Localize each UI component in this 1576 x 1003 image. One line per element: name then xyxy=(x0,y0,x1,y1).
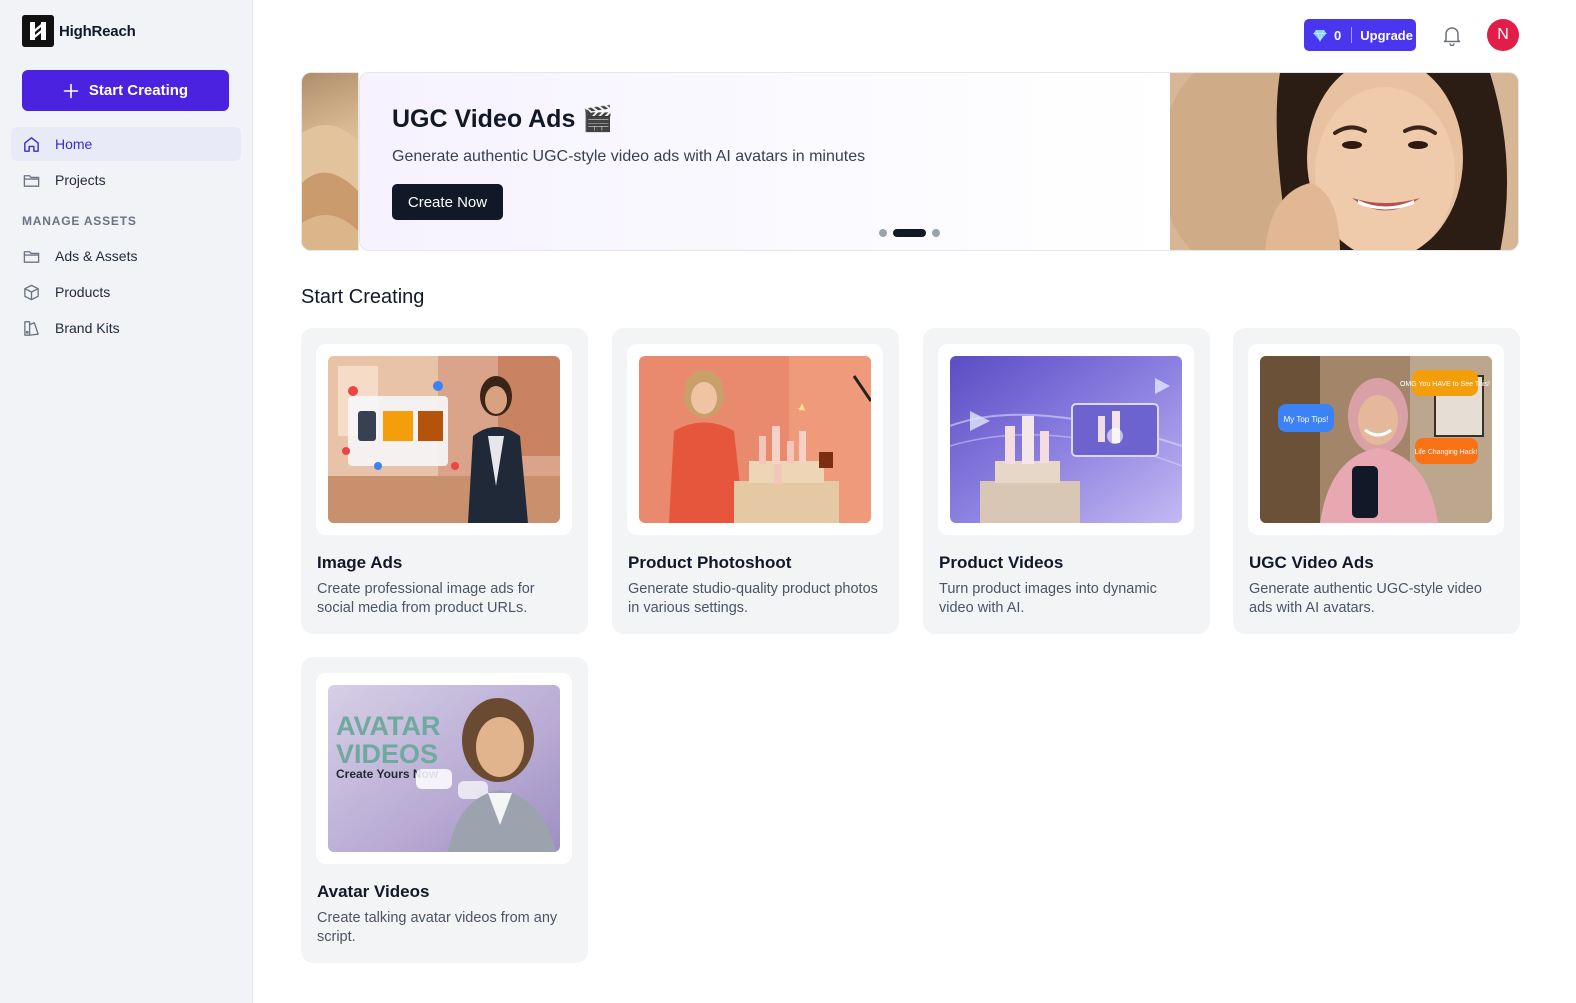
credits-upgrade-button[interactable]: 0 Upgrade xyxy=(1304,19,1416,51)
start-creating-button[interactable]: Start Creating xyxy=(22,70,229,111)
card-description: Turn product images into dynamic video w… xyxy=(939,581,1157,616)
gem-icon xyxy=(1313,29,1327,42)
folder-icon xyxy=(23,174,40,187)
product-videos-thumbnail xyxy=(950,356,1182,523)
avatar-videos-thumbnail: AVATAR VIDEOS Create Yours Now xyxy=(328,685,560,852)
plus-icon xyxy=(63,83,79,98)
box-icon xyxy=(24,284,39,300)
home-icon xyxy=(24,136,39,152)
notifications-button[interactable] xyxy=(1439,22,1465,48)
avatar-overlay-line2: VIDEOS xyxy=(336,739,438,769)
sidebar-item-ads-assets[interactable]: Ads & Assets xyxy=(11,239,241,273)
brand-logo[interactable]: HighReach xyxy=(22,15,136,47)
ugc-bubble-hack: Life Changing Hack! xyxy=(1414,449,1477,456)
card-description: Create professional image ads for social… xyxy=(317,581,535,616)
sidebar-item-products[interactable]: Products xyxy=(11,275,241,309)
card-title: Product Videos xyxy=(939,553,1064,572)
image-ads-thumbnail xyxy=(328,356,560,523)
start-creating-label: Start Creating xyxy=(88,82,189,99)
card-image-ads[interactable]: Image Ads Create professional image ads … xyxy=(301,328,588,634)
folder-icon xyxy=(23,250,40,263)
sidebar-item-projects[interactable]: Projects xyxy=(11,163,241,197)
card-title: Avatar Videos xyxy=(317,882,430,901)
hero-banner: UGC Video Ads 🎬 Generate authentic UGC-s… xyxy=(359,72,1519,251)
sidebar-item-label: Ads & Assets xyxy=(55,248,138,264)
card-thumbnail-frame: AVATAR VIDEOS Create Yours Now xyxy=(316,673,572,864)
card-thumbnail-frame: My Top Tips! OMG You HAVE to See This! L… xyxy=(1248,344,1504,535)
carousel-dot-1[interactable] xyxy=(879,229,887,237)
avatar-overlay-line1: AVATAR xyxy=(336,711,440,741)
user-avatar[interactable]: N xyxy=(1487,19,1519,51)
ugc-bubble-omg: OMG You HAVE to See This! xyxy=(1400,381,1490,388)
carousel-dot-2[interactable] xyxy=(893,229,926,237)
product-photoshoot-thumbnail xyxy=(639,356,871,523)
sidebar-item-label: Projects xyxy=(55,172,106,188)
card-description: Generate studio-quality product photos i… xyxy=(628,581,878,616)
credits-count: 0 xyxy=(1334,27,1342,43)
card-avatar-videos[interactable]: AVATAR VIDEOS Create Yours Now Avatar Vi… xyxy=(301,657,588,963)
banner-title: UGC Video Ads 🎬 xyxy=(392,105,614,133)
sidebar-item-brand-kits[interactable]: Brand Kits xyxy=(11,311,241,345)
carousel-dot-3[interactable] xyxy=(932,229,940,237)
card-description: Create talking avatar videos from any sc… xyxy=(317,910,558,945)
logo-mark-icon xyxy=(22,15,54,47)
sidebar: HighReach Start Creating Home Projects M… xyxy=(0,0,253,1003)
banner-previous-slide-peek[interactable] xyxy=(301,72,359,251)
sidebar-item-label: Brand Kits xyxy=(55,320,120,336)
sidebar-item-label: Products xyxy=(55,284,111,300)
sidebar-item-home[interactable]: Home xyxy=(11,127,241,161)
upgrade-label: Upgrade xyxy=(1360,27,1413,43)
create-now-button[interactable]: Create Now xyxy=(392,184,503,220)
banner-woman-photo xyxy=(1170,73,1518,250)
card-thumbnail-frame xyxy=(316,344,572,535)
card-title: UGC Video Ads xyxy=(1249,553,1374,572)
card-thumbnail-frame xyxy=(938,344,1194,535)
sidebar-item-label: Home xyxy=(55,136,93,152)
card-thumbnail-frame xyxy=(627,344,883,535)
banner-subtitle: Generate authentic UGC-style video ads w… xyxy=(392,148,866,165)
brand-kit-icon xyxy=(24,320,39,336)
ugc-video-ads-thumbnail: My Top Tips! OMG You HAVE to See This! L… xyxy=(1260,356,1492,523)
manage-assets-heading: MANAGE ASSETS xyxy=(22,214,137,228)
credits-divider xyxy=(1351,27,1353,43)
card-product-photoshoot[interactable]: Product Photoshoot Generate studio-quali… xyxy=(612,328,899,634)
desert-dune-image xyxy=(302,125,358,250)
card-description: Generate authentic UGC-style video ads w… xyxy=(1249,581,1482,616)
brand-name: HighReach xyxy=(59,22,136,40)
app-root: HighReach Start Creating Home Projects M… xyxy=(0,0,1576,1003)
card-product-videos[interactable]: Product Videos Turn product images into … xyxy=(923,328,1210,634)
card-title: Image Ads xyxy=(317,553,403,572)
card-title: Product Photoshoot xyxy=(628,553,792,572)
bell-icon xyxy=(1443,27,1461,46)
ugc-bubble-tips: My Top Tips! xyxy=(1284,415,1329,424)
carousel-dots xyxy=(879,229,940,237)
section-title: Start Creating xyxy=(301,286,425,308)
card-ugc-video-ads[interactable]: My Top Tips! OMG You HAVE to See This! L… xyxy=(1233,328,1520,634)
